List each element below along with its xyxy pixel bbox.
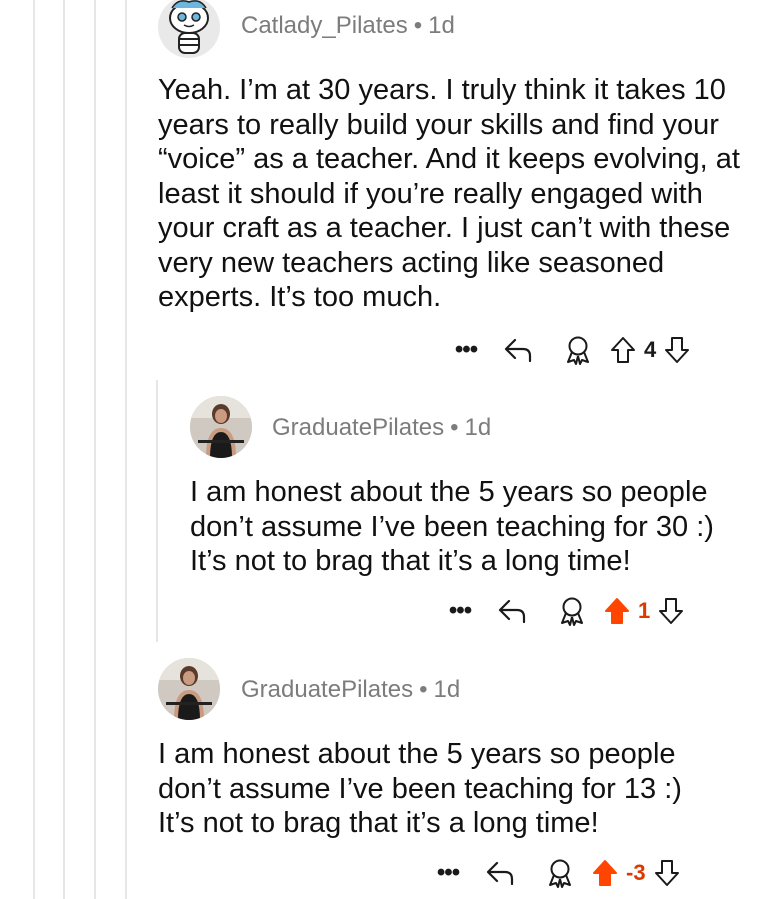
vote-score: -3: [626, 860, 646, 885]
downvote-icon: [659, 598, 684, 624]
comment-actions: ••• -3: [428, 853, 684, 893]
comment-body: I am honest about the 5 years so people …: [190, 476, 714, 577]
comment-body: I am honest about the 5 years so people …: [158, 738, 682, 839]
award-icon: [549, 859, 571, 888]
upvote-button[interactable]: [600, 597, 634, 625]
meta-separator: •: [419, 676, 428, 703]
author-name[interactable]: GraduatePilates: [241, 676, 413, 703]
snoo-avatar-icon: [169, 0, 209, 54]
comment: GraduatePilates • 1d I am honest about the…: [0, 380, 768, 642]
downvote-button[interactable]: [650, 859, 684, 887]
award-button[interactable]: [544, 596, 600, 626]
comment-meta: GraduatePilates • 1d: [241, 676, 460, 704]
reply-button[interactable]: [468, 860, 532, 886]
vote-score: 4: [644, 337, 657, 362]
upvote-icon-active: [605, 598, 629, 624]
more-options-button[interactable]: •••: [446, 336, 486, 364]
comment-age: 1d: [428, 12, 455, 39]
avatar[interactable]: [190, 396, 252, 458]
comment-actions: ••• 1: [440, 591, 688, 631]
reply-icon: [504, 338, 532, 363]
upvote-button[interactable]: [588, 859, 622, 887]
more-options-button[interactable]: •••: [440, 597, 480, 625]
meta-separator: •: [413, 12, 423, 39]
comment: GraduatePilates • 1d I am honest about the…: [0, 642, 768, 899]
comment: Catlady_Pilates • 1d Yeah. I’m at 30 years…: [0, 0, 768, 380]
award-icon: [567, 336, 589, 365]
reply-button[interactable]: [486, 337, 550, 363]
reply-button[interactable]: [480, 598, 544, 624]
upvote-button[interactable]: [606, 336, 640, 364]
more-options-button[interactable]: •••: [428, 859, 468, 887]
comment-meta: Catlady_Pilates • 1d: [241, 12, 455, 40]
award-icon: [561, 597, 583, 626]
comment-age: 1d: [464, 414, 492, 441]
award-button[interactable]: [550, 335, 606, 365]
comment-actions: ••• 4: [446, 330, 694, 370]
upvote-icon: [611, 337, 635, 363]
user-photo-avatar: [190, 396, 252, 458]
comment-body: Yeah. I’m at 30 years. I truly think it …: [158, 74, 740, 313]
downvote-icon: [665, 337, 690, 363]
author-name[interactable]: Catlady_Pilates: [241, 12, 408, 39]
avatar[interactable]: [158, 658, 220, 720]
downvote-button[interactable]: [654, 597, 688, 625]
avatar[interactable]: [158, 0, 220, 58]
meta-separator: •: [450, 414, 459, 441]
vote-score: 1: [638, 598, 651, 623]
author-name[interactable]: GraduatePilates: [272, 414, 444, 441]
downvote-icon: [654, 860, 679, 886]
downvote-button[interactable]: [660, 336, 694, 364]
award-button[interactable]: [532, 858, 588, 888]
upvote-icon-active: [593, 860, 617, 886]
reply-icon: [498, 599, 526, 624]
comment-age: 1d: [433, 676, 461, 703]
comment-meta: GraduatePilates • 1d: [272, 414, 491, 442]
reply-icon: [486, 861, 514, 886]
user-photo-avatar: [158, 658, 220, 720]
